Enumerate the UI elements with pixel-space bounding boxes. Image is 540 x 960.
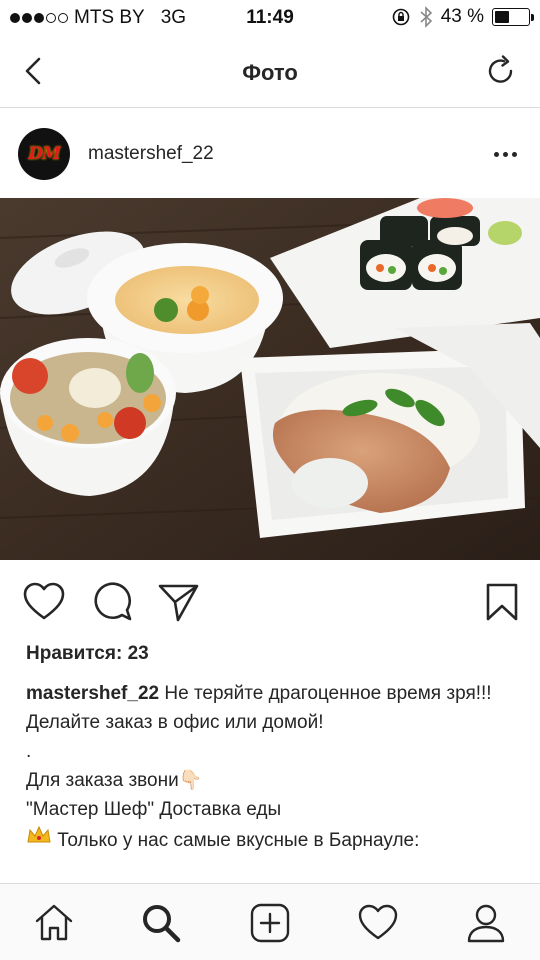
- bluetooth-icon: [420, 6, 432, 28]
- caption-line-2: Делайте заказ в офис или домой!: [26, 712, 324, 733]
- activity-heart-icon[interactable]: [357, 902, 399, 944]
- likes-count[interactable]: Нравится: 23: [26, 643, 149, 665]
- more-options-icon[interactable]: [490, 144, 520, 164]
- page-title: Фото: [242, 60, 298, 85]
- nav-bar: Фото: [0, 36, 540, 108]
- caption-text-1: Не теряйте драгоценное время зря!!!: [159, 683, 492, 704]
- caption-line-3: .: [26, 741, 32, 762]
- battery-icon: [492, 8, 534, 26]
- search-icon[interactable]: [140, 902, 182, 944]
- crown-icon: [27, 825, 51, 843]
- caption-line-4: Для заказа звони👇🏻: [26, 770, 203, 791]
- status-bar-right: 43 %: [391, 6, 534, 28]
- battery-level-fill: [495, 11, 509, 23]
- post-photo[interactable]: [0, 198, 540, 560]
- home-icon[interactable]: [33, 902, 75, 944]
- tab-bar: [0, 883, 540, 960]
- avatar-logo: DM: [28, 144, 61, 164]
- caption-line-1: mastershef_22 Не теряйте драгоценное вре…: [26, 679, 526, 708]
- post-username[interactable]: mastershef_22: [88, 143, 214, 165]
- status-bar: MTS BY 3G 11:49 43 %: [0, 0, 540, 36]
- food-photo-image: [0, 198, 540, 560]
- add-post-icon[interactable]: [249, 902, 291, 944]
- profile-icon[interactable]: [465, 902, 507, 944]
- battery-percent: 43 %: [440, 6, 484, 27]
- refresh-icon[interactable]: [484, 54, 518, 88]
- chevron-left-icon[interactable]: [18, 54, 52, 88]
- caption-line-5: "Мастер Шеф" Доставка еды: [26, 799, 282, 820]
- heart-icon[interactable]: [22, 580, 66, 624]
- post-caption: mastershef_22 Не теряйте драгоценное вре…: [26, 679, 526, 855]
- comment-icon[interactable]: [90, 580, 134, 624]
- post-actions: [0, 560, 540, 640]
- paper-plane-icon[interactable]: [156, 580, 200, 624]
- caption-username[interactable]: mastershef_22: [26, 683, 159, 704]
- orientation-lock-icon: [392, 8, 409, 26]
- caption-line-6-wrap: Только у нас самые вкусные в Барнауле:: [26, 824, 526, 855]
- bookmark-icon[interactable]: [480, 580, 524, 624]
- avatar[interactable]: DM: [18, 128, 70, 180]
- post-header: DM mastershef_22: [0, 108, 540, 198]
- caption-text-6: Только у нас самые вкусные в Барнауле:: [52, 830, 420, 851]
